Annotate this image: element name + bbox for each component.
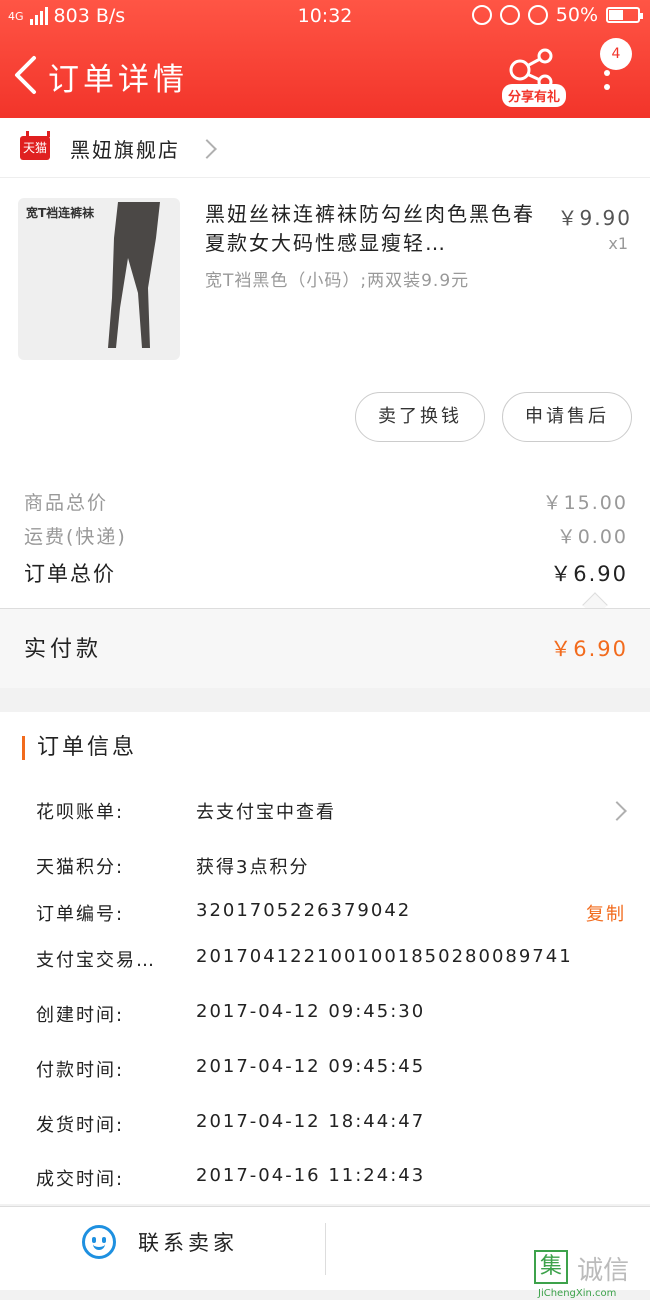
order-info-heading: 订单信息 [22,736,137,760]
watermark-url: JiChengXin.com [538,1288,617,1299]
info-label: 支付宝交易… [36,950,156,971]
shipping-row: 运费(快递) ￥0.00 [24,522,628,549]
contact-seller-button[interactable]: 联系卖家 [82,1225,238,1259]
footer-divider [325,1223,326,1275]
chat-face-icon [82,1225,116,1259]
price-summary: 商品总价 ￥15.00 运费(快递) ￥0.00 订单总价 ￥6.90 [0,450,650,618]
info-label: 创建时间: [36,1005,125,1026]
goods-total-label: 商品总价 [24,492,109,514]
share-gift-label[interactable]: 分享有礼 [502,84,567,107]
stocking-illustration-icon [108,202,160,348]
info-value: 3201705226379042 [196,900,412,921]
nav-bar: 订单详情 分享有礼 4 [0,34,650,118]
message-badge: 4 [600,38,632,70]
info-value: 去支付宝中查看 [196,802,336,823]
app-header: 4G 803 B/s 10:32 50% 订单详情 分享有礼 4 [0,0,650,118]
info-value: 2017-04-12 09:45:45 [196,1056,426,1077]
info-label: 订单编号: [36,904,125,925]
order-info-section: 订单信息 花呗账单: 去支付宝中查看 天猫积分: 获得3点积分 订单编号: 32… [0,712,650,1204]
watermark-box: 集 [534,1250,568,1284]
product-card: 宽T裆连裤袜 黑妞丝袜连裤袜防勾丝肉色黑色春夏款女大码性感显瘦轻… 宽T裆黑色（… [0,178,650,450]
info-label: 天猫积分: [36,857,125,878]
amount-paid-value: ￥6.90 [550,637,628,661]
info-value: 2017041221001001850280089741 [196,946,573,967]
mute-icon [471,5,492,25]
goods-total-row: 商品总价 ￥15.00 [24,488,628,515]
after-sale-button[interactable]: 申请售后 [502,392,632,442]
contact-seller-label: 联系卖家 [138,1231,238,1255]
tmall-logo-icon: 天猫 [20,131,50,160]
product-title[interactable]: 黑妞丝袜连裤袜防勾丝肉色黑色春夏款女大码性感显瘦轻… [205,200,535,258]
order-total-row: 订单总价 ￥6.90 [24,558,628,588]
status-bar: 4G 803 B/s 10:32 50% [0,0,650,34]
info-value: 2017-04-12 09:45:30 [196,1001,426,1022]
info-value: 获得3点积分 [196,857,310,878]
shipping-label: 运费(快递) [24,526,127,548]
shop-name[interactable]: 黑妞旗舰店 [70,134,180,163]
chevron-right-icon [197,139,217,159]
product-image[interactable]: 宽T裆连裤袜 [18,198,180,360]
watermark-text: 诚信 [577,1256,630,1286]
product-quantity: x1 [608,234,628,253]
product-price: ￥9.90 [557,206,632,230]
info-label: 花呗账单: [36,802,125,823]
resell-button[interactable]: 卖了换钱 [355,392,485,442]
shop-row[interactable]: 天猫 黑妞旗舰店 [0,118,650,178]
page-title: 订单详情 [48,62,188,98]
info-label: 发货时间: [36,1115,125,1136]
watermark: 集 诚信 JiChengXin.com [534,1250,630,1299]
order-total-value: ￥6.90 [550,562,628,586]
battery-fill [609,10,623,20]
alarm-icon [527,5,548,25]
battery-percent: 50% [555,4,598,26]
info-value: 2017-04-16 11:24:43 [196,1165,426,1186]
order-total-label: 订单总价 [24,562,116,586]
info-value: 2017-04-12 18:44:47 [196,1111,426,1132]
amount-paid-label: 实付款 [24,637,103,662]
info-label: 付款时间: [36,1060,125,1081]
product-sku: 宽T裆黑色（小码）;两双装9.9元 [205,271,470,291]
back-arrow-icon[interactable] [8,52,44,98]
goods-total-value: ￥15.00 [542,492,628,514]
copy-button[interactable]: 复制 [586,900,626,926]
battery-icon [606,7,643,23]
product-image-tag: 宽T裆连裤袜 [26,206,95,220]
lock-icon [499,5,520,25]
amount-paid-row: 实付款 ￥6.90 [0,608,650,688]
info-label: 成交时间: [36,1169,125,1190]
chevron-right-icon [607,801,627,821]
shipping-value: ￥0.00 [556,526,628,548]
